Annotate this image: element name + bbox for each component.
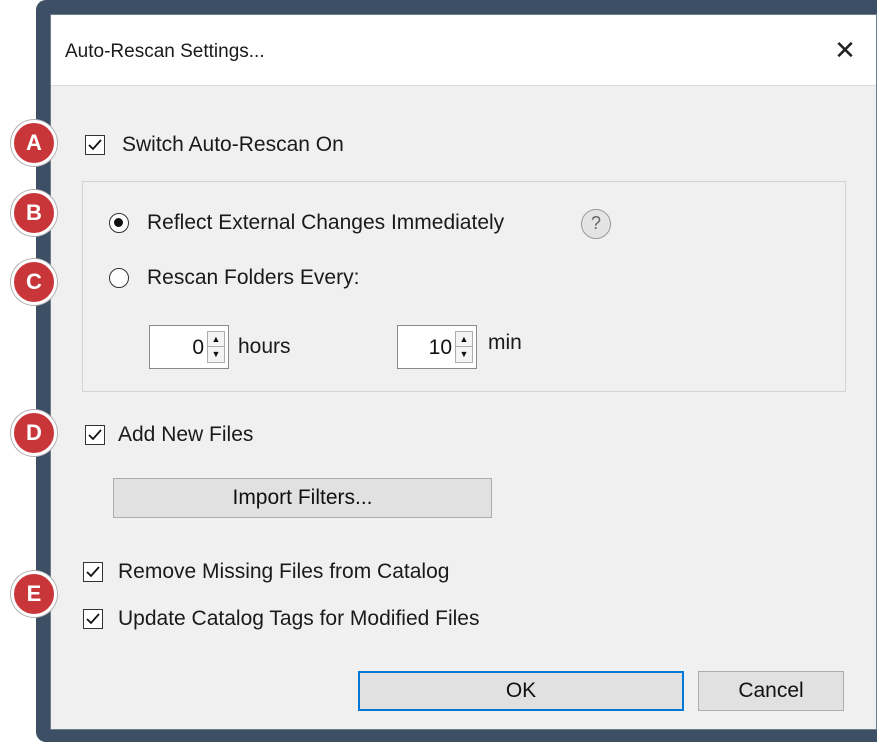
- radio-selected-dot: [114, 218, 123, 227]
- spin-up-icon[interactable]: ▲: [456, 332, 472, 347]
- callout-badge-a: A: [11, 120, 57, 166]
- close-button[interactable]: ✕: [828, 33, 862, 67]
- minutes-value: 10: [428, 336, 452, 359]
- import-filters-button[interactable]: Import Filters...: [113, 478, 492, 518]
- remove-missing-checkbox[interactable]: [83, 562, 103, 582]
- remove-missing-label: Remove Missing Files from Catalog: [118, 560, 450, 583]
- add-new-files-label: Add New Files: [118, 423, 254, 446]
- callout-badge-e: E: [11, 571, 57, 617]
- help-icon[interactable]: ?: [581, 209, 611, 239]
- minutes-spinner[interactable]: 10 ▲ ▼: [397, 325, 477, 369]
- checkmark-icon: [88, 139, 102, 151]
- minutes-spin-arrows[interactable]: ▲ ▼: [455, 331, 473, 363]
- hours-spin-arrows[interactable]: ▲ ▼: [207, 331, 225, 363]
- reflect-changes-radio[interactable]: [109, 213, 129, 233]
- minutes-unit-label: min: [488, 331, 522, 354]
- auto-rescan-label: Switch Auto-Rescan On: [122, 133, 344, 156]
- checkmark-icon: [86, 613, 100, 625]
- spin-down-icon[interactable]: ▼: [456, 347, 472, 362]
- cancel-button[interactable]: Cancel: [698, 671, 844, 711]
- stage: Auto-Rescan Settings... ✕ Switch Auto-Re…: [0, 0, 877, 742]
- auto-rescan-checkbox[interactable]: [85, 135, 105, 155]
- hours-unit-label: hours: [238, 335, 291, 358]
- callout-badge-d: D: [11, 410, 57, 456]
- title-bar: Auto-Rescan Settings... ✕: [51, 15, 876, 86]
- spin-up-icon[interactable]: ▲: [208, 332, 224, 347]
- rescan-every-radio[interactable]: [109, 268, 129, 288]
- reflect-changes-label: Reflect External Changes Immediately: [147, 211, 505, 234]
- hours-spinner[interactable]: 0 ▲ ▼: [149, 325, 229, 369]
- callout-badge-b: B: [11, 190, 57, 236]
- auto-rescan-dialog: Auto-Rescan Settings... ✕ Switch Auto-Re…: [50, 14, 877, 730]
- add-new-files-checkbox[interactable]: [85, 425, 105, 445]
- update-tags-label: Update Catalog Tags for Modified Files: [118, 607, 480, 630]
- rescan-every-label: Rescan Folders Every:: [147, 266, 360, 289]
- checkmark-icon: [88, 429, 102, 441]
- spin-down-icon[interactable]: ▼: [208, 347, 224, 362]
- update-tags-checkbox[interactable]: [83, 609, 103, 629]
- ok-button[interactable]: OK: [358, 671, 684, 711]
- hours-value: 0: [192, 336, 204, 359]
- callout-badge-c: C: [11, 259, 57, 305]
- checkmark-icon: [86, 566, 100, 578]
- dialog-title: Auto-Rescan Settings...: [65, 41, 265, 62]
